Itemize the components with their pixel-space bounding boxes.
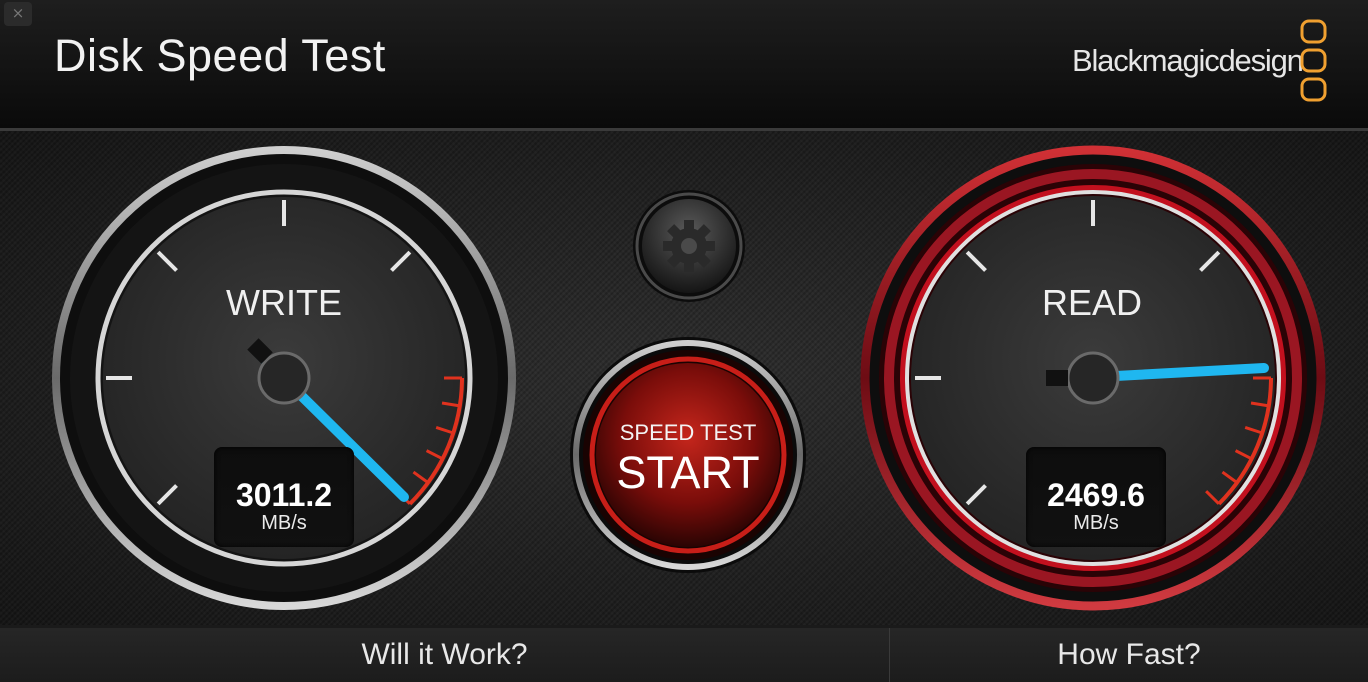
read-readout: 2469.6 MB/s (1026, 447, 1166, 547)
write-needle-hub (257, 351, 311, 405)
will-it-work-button[interactable]: Will it Work? (0, 628, 889, 682)
write-speed-unit: MB/s (261, 512, 307, 534)
start-button-subtitle: SPEED TEST (619, 420, 757, 445)
start-button-label: START (616, 447, 760, 498)
write-speed-value: 3011.2 (235, 477, 333, 513)
how-fast-button[interactable]: How Fast? (890, 628, 1368, 682)
gauges-layer (52, 145, 1326, 611)
start-button[interactable]: SPEED TEST START (578, 345, 798, 565)
read-needle-hub (1066, 351, 1120, 405)
footer-bar: Will it Work? How Fast? (0, 628, 1368, 682)
write-label: WRITE (226, 282, 342, 323)
read-speed-value: 2469.6 (1047, 477, 1145, 513)
settings-button[interactable] (634, 191, 744, 301)
write-readout: 3011.2 MB/s (214, 447, 354, 547)
read-speed-unit: MB/s (1073, 512, 1119, 534)
read-label: READ (1041, 282, 1143, 323)
